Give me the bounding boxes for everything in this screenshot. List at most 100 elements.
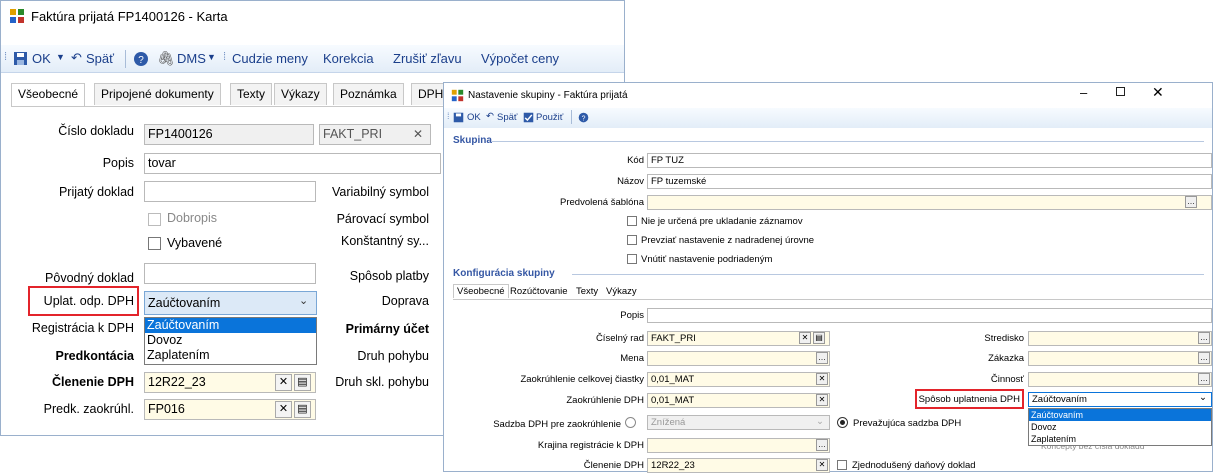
browse-icon[interactable]: … bbox=[1198, 373, 1210, 385]
checkbox[interactable] bbox=[627, 216, 637, 226]
label-vat-rate-round: Sadzba DPH pre zaokrúhlenie bbox=[493, 419, 621, 430]
vat-split-field[interactable]: 12R22_23 bbox=[647, 458, 830, 473]
received-field[interactable] bbox=[144, 181, 316, 202]
dropdown-option[interactable]: Zaplatením bbox=[145, 348, 316, 363]
reduced-select[interactable]: Znížená bbox=[647, 415, 830, 430]
radio-reduced[interactable] bbox=[625, 417, 636, 428]
label-popis: Popis bbox=[620, 310, 644, 321]
tab-texts[interactable]: Texty bbox=[576, 286, 598, 297]
section-config: Konfigurácia skupiny bbox=[453, 268, 555, 279]
tab-general[interactable]: Všeobecné bbox=[11, 83, 86, 106]
dms-button[interactable]: DMS bbox=[177, 51, 206, 66]
doc-no-field[interactable]: FP1400126 bbox=[144, 124, 314, 145]
clear-icon[interactable]: ✕ bbox=[816, 394, 828, 406]
maximize-button[interactable] bbox=[1116, 87, 1125, 96]
vat-claim-dropdown: Zaúčtovaním Dovoz Zaplatením bbox=[144, 317, 317, 365]
vat-claim-select[interactable]: Zaúčtovaním bbox=[144, 291, 317, 315]
back-button[interactable]: Späť bbox=[497, 112, 517, 123]
minimize-button[interactable]: – bbox=[1080, 85, 1087, 100]
tab-bar: Všeobecné Rozúčtovanie Texty Výkazy bbox=[453, 284, 1153, 300]
close-button[interactable]: ✕ bbox=[1152, 84, 1164, 101]
label-transport: Doprava bbox=[381, 294, 429, 308]
settled-checkbox[interactable] bbox=[148, 237, 161, 250]
label-code: Kód bbox=[627, 155, 644, 166]
clear-icon[interactable]: ✕ bbox=[275, 401, 292, 418]
ok-button[interactable]: OK bbox=[32, 51, 51, 66]
window-title: Nastavenie skupiny - Faktúra prijatá bbox=[468, 90, 628, 101]
help-icon[interactable]: ? bbox=[578, 112, 589, 123]
round-vat-field[interactable]: 0,01_MAT bbox=[647, 393, 830, 408]
label-center: Stredisko bbox=[984, 333, 1024, 344]
tab-reports[interactable]: Výkazy bbox=[606, 286, 637, 297]
template-field[interactable] bbox=[647, 195, 1212, 210]
credit-checkbox[interactable] bbox=[148, 213, 161, 226]
browse-icon[interactable]: … bbox=[1198, 352, 1210, 364]
round-total-field[interactable]: 0,01_MAT bbox=[647, 372, 830, 387]
cancel-discount-button[interactable]: Zrušiť zľavu bbox=[393, 51, 462, 66]
radio-prevailing[interactable] bbox=[837, 417, 848, 428]
vat-claim-select[interactable]: Zaúčtovaním bbox=[1028, 392, 1212, 407]
lookup-icon[interactable]: ▤ bbox=[294, 374, 311, 391]
browse-icon[interactable]: … bbox=[1185, 196, 1197, 208]
browse-icon[interactable]: … bbox=[1198, 332, 1210, 344]
label-var-sym: Variabilný symbol bbox=[331, 185, 429, 199]
dropdown-option[interactable]: Zaplatením bbox=[1029, 433, 1211, 445]
foreign-currency-button[interactable]: Cudzie meny bbox=[232, 51, 308, 66]
clear-icon[interactable]: ✕ bbox=[799, 332, 811, 344]
dropdown-option[interactable]: Dovoz bbox=[1029, 421, 1211, 433]
window-title: Faktúra prijatá FP1400126 - Karta bbox=[31, 9, 228, 24]
clear-icon[interactable]: ✕ bbox=[413, 127, 423, 141]
dms-dropdown-icon[interactable]: ▼ bbox=[207, 52, 216, 62]
label-const-sym: Konštantný sy... bbox=[340, 234, 429, 248]
desc-field[interactable]: tovar bbox=[144, 153, 441, 174]
region-field[interactable] bbox=[647, 438, 830, 453]
label-template: Predvolená šablóna bbox=[560, 197, 644, 208]
order-field[interactable] bbox=[1028, 351, 1212, 366]
chevron-down-icon[interactable]: ⌄ bbox=[1199, 392, 1207, 403]
center-field[interactable] bbox=[1028, 331, 1212, 346]
name-field[interactable]: FP tuzemské bbox=[647, 174, 1212, 189]
apply-button[interactable]: Použiť bbox=[536, 112, 563, 123]
popis-field[interactable] bbox=[647, 308, 1212, 323]
browse-icon[interactable]: … bbox=[816, 439, 828, 451]
app-icon bbox=[451, 89, 464, 102]
checkbox[interactable] bbox=[627, 254, 637, 264]
tab-general[interactable]: Všeobecné bbox=[453, 284, 509, 298]
label-precontact: Predkontácia bbox=[55, 349, 134, 363]
label-name: Názov bbox=[617, 176, 644, 187]
browse-icon[interactable]: … bbox=[816, 352, 828, 364]
lookup-icon[interactable]: ▤ bbox=[813, 332, 825, 344]
checkbox[interactable] bbox=[627, 235, 637, 245]
label-currency: Mena bbox=[620, 353, 644, 364]
chevron-down-icon[interactable]: ⌄ bbox=[299, 294, 308, 307]
calc-price-button[interactable]: Výpočet ceny bbox=[481, 51, 559, 66]
undo-icon: ↶ bbox=[486, 111, 494, 122]
clear-icon[interactable]: ✕ bbox=[816, 459, 828, 471]
tab-texts[interactable]: Texty bbox=[230, 83, 273, 105]
simplified-checkbox[interactable] bbox=[837, 460, 847, 470]
dropdown-option[interactable]: Zaúčtovaním bbox=[145, 318, 316, 333]
lookup-icon[interactable]: ▤ bbox=[294, 401, 311, 418]
tab-reports[interactable]: Výkazy bbox=[274, 83, 327, 105]
orig-field[interactable] bbox=[144, 263, 316, 284]
clear-icon[interactable]: ✕ bbox=[816, 373, 828, 385]
activity-field[interactable] bbox=[1028, 372, 1212, 387]
ok-dropdown-icon[interactable]: ▼ bbox=[56, 52, 65, 62]
help-icon[interactable]: ? bbox=[133, 51, 149, 67]
label-pair-sym: Párovací symbol bbox=[336, 212, 429, 226]
tab-note[interactable]: Poznámka bbox=[333, 83, 404, 105]
dropdown-option[interactable]: Zaúčtovaním bbox=[1029, 409, 1211, 421]
currency-field[interactable] bbox=[647, 351, 830, 366]
vat-claim-dropdown: Zaúčtovaním Dovoz Zaplatením bbox=[1028, 408, 1212, 446]
code-field[interactable]: FP TUZ bbox=[647, 153, 1212, 168]
tab-attachments[interactable]: Pripojené dokumenty bbox=[94, 83, 221, 105]
tab-allocation[interactable]: Rozúčtovanie bbox=[510, 286, 568, 297]
ok-button[interactable]: OK bbox=[467, 112, 481, 123]
clear-icon[interactable]: ✕ bbox=[275, 374, 292, 391]
correction-button[interactable]: Korekcia bbox=[323, 51, 374, 66]
chevron-down-icon[interactable]: ⌄ bbox=[816, 416, 824, 427]
back-button[interactable]: Späť bbox=[86, 51, 114, 66]
dropdown-option[interactable]: Dovoz bbox=[145, 333, 316, 348]
title-bar: Faktúra prijatá FP1400126 - Karta bbox=[9, 7, 609, 27]
attachment-icon[interactable]: 🖇 bbox=[157, 50, 175, 67]
